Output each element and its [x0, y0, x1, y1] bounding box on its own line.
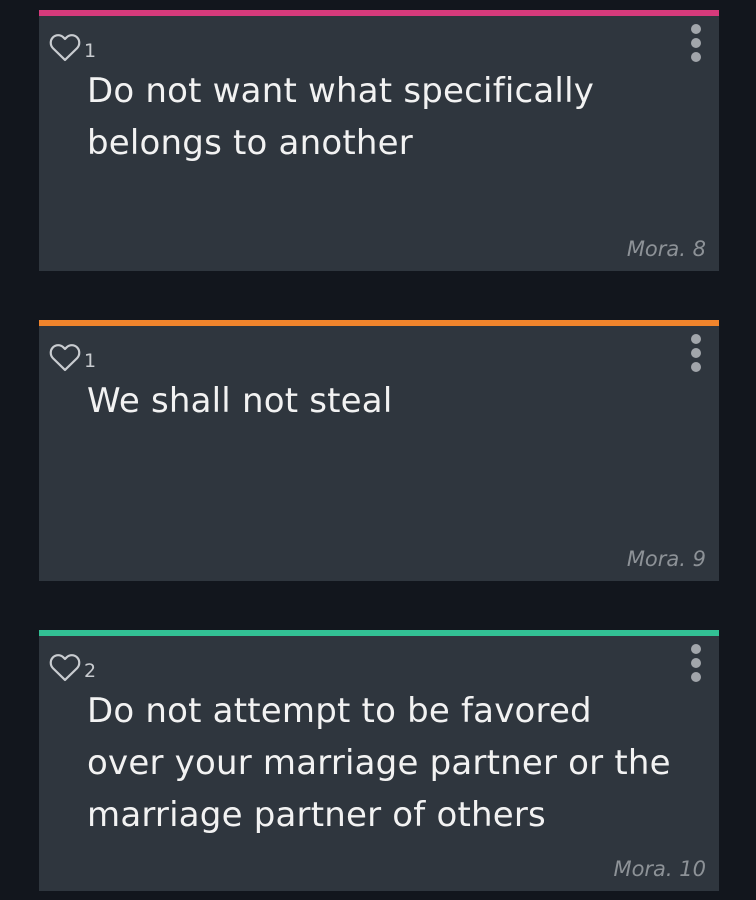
like-count: 2	[84, 660, 97, 682]
rule-reference: Mora. 8	[626, 237, 706, 261]
rule-card[interactable]: 1 Do not want what specifically belongs …	[39, 10, 719, 271]
rule-card[interactable]: 2 Do not attempt to be favored over your…	[39, 630, 719, 891]
card-color-bar	[39, 320, 719, 326]
rule-text: Do not want what specifically belongs to…	[87, 71, 595, 163]
dot	[691, 348, 701, 358]
dot	[691, 362, 701, 372]
rule-text: Do not attempt to be favored over your m…	[87, 691, 671, 835]
more-options-button[interactable]	[689, 644, 703, 682]
dot	[691, 24, 701, 34]
card-color-bar	[39, 10, 719, 16]
like-count: 1	[84, 350, 97, 372]
heart-outline-icon	[49, 654, 81, 682]
card-color-bar	[39, 630, 719, 636]
dot	[691, 658, 701, 668]
like-count: 1	[84, 40, 97, 62]
dot	[691, 52, 701, 62]
rule-reference: Mora. 9	[626, 547, 706, 571]
dot	[691, 334, 701, 344]
like-button[interactable]: 1	[48, 342, 96, 372]
heart-outline-icon	[49, 344, 81, 372]
dot	[691, 672, 701, 682]
rule-text: We shall not steal	[87, 381, 393, 421]
like-button[interactable]: 2	[48, 652, 96, 682]
more-options-button[interactable]	[689, 334, 703, 372]
dot	[691, 644, 701, 654]
heart-outline-icon	[49, 34, 81, 62]
more-options-button[interactable]	[689, 24, 703, 62]
rule-card[interactable]: 1 We shall not steal Mora. 9	[39, 320, 719, 581]
like-button[interactable]: 1	[48, 32, 96, 62]
dot	[691, 38, 701, 48]
rule-reference: Mora. 10	[613, 857, 706, 881]
